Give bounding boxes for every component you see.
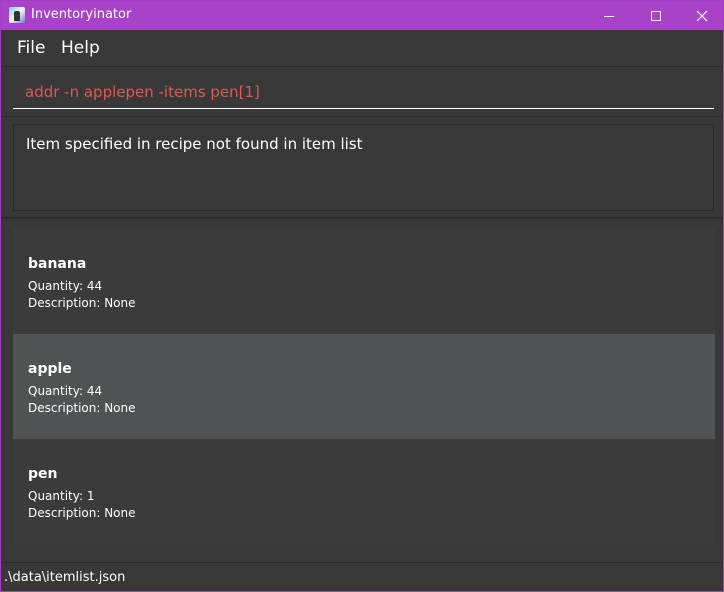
title-bar[interactable]: Inventoryinator	[1, 1, 723, 30]
item-list[interactable]: banana Quantity: 44 Description: None ap…	[13, 229, 715, 544]
app-icon	[9, 7, 25, 23]
item-card-pen[interactable]: pen Quantity: 1 Description: None	[13, 439, 715, 544]
app-window: Inventoryinator File Help Item specified…	[0, 0, 724, 592]
item-description: Description: None	[28, 401, 136, 415]
item-card-apple[interactable]: apple Quantity: 44 Description: None	[13, 334, 715, 439]
result-message: Item specified in recipe not found in it…	[26, 135, 363, 153]
divider	[1, 116, 723, 117]
maximize-button[interactable]	[633, 1, 679, 30]
menu-file[interactable]: File	[17, 38, 45, 58]
close-button[interactable]	[679, 1, 723, 30]
status-bar: .\data\itemlist.json	[1, 562, 723, 591]
item-description: Description: None	[28, 506, 136, 520]
item-name: banana	[28, 256, 87, 272]
item-quantity: Quantity: 1	[28, 489, 95, 503]
menu-help[interactable]: Help	[61, 38, 100, 58]
item-quantity: Quantity: 44	[28, 279, 103, 293]
command-input[interactable]	[13, 79, 714, 109]
divider	[1, 217, 723, 219]
result-display[interactable]: Item specified in recipe not found in it…	[13, 124, 714, 211]
item-name: apple	[28, 361, 72, 377]
save-location: .\data\itemlist.json	[4, 570, 126, 585]
item-quantity: Quantity: 44	[28, 384, 103, 398]
item-description: Description: None	[28, 296, 136, 310]
maximize-icon	[651, 10, 661, 21]
minimize-button[interactable]	[586, 1, 632, 30]
window-title: Inventoryinator	[31, 7, 132, 22]
item-name: pen	[28, 466, 58, 482]
command-box	[1, 67, 723, 115]
menu-bar: File Help	[1, 30, 723, 67]
close-icon	[696, 10, 708, 21]
item-card-banana[interactable]: banana Quantity: 44 Description: None	[13, 229, 715, 334]
minimize-icon	[604, 15, 614, 17]
